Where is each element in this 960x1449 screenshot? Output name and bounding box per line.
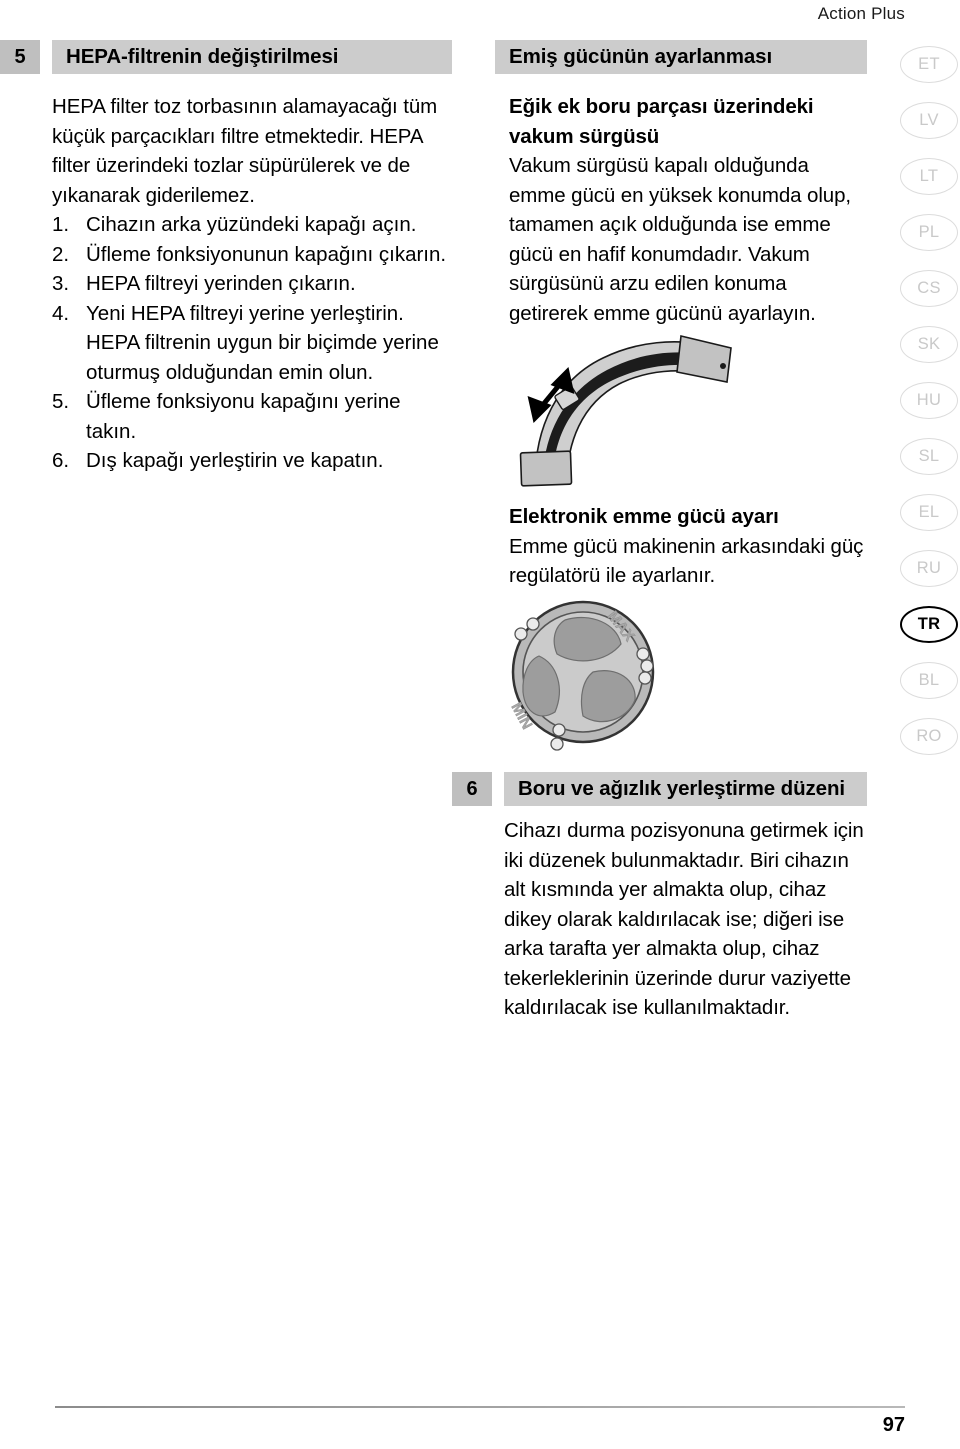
list-item-number: 1.: [52, 213, 70, 236]
suction-sub2-body: Emme gücü makinenin arkasındaki güç regü…: [509, 534, 864, 588]
list-item-text: Üfleme fonksiyonunun kapağını çıkarın.: [86, 242, 447, 266]
section-heading-suction: Emiş gücünün ayarlanması: [495, 40, 867, 74]
list-item: 5. Üfleme fonksiyonu kapağını yerine tak…: [52, 387, 452, 446]
dial-bead: [638, 671, 652, 685]
language-tab-lv[interactable]: LV: [900, 102, 958, 139]
list-item-text: Dış kapağı yerleştirin ve kapatın.: [86, 449, 384, 472]
language-tab-sk[interactable]: SK: [900, 326, 958, 363]
figure-power-regulator-dial: MAX MIN: [495, 588, 675, 758]
language-tab-et[interactable]: ET: [900, 46, 958, 83]
dial-bead: [552, 723, 566, 737]
section-tube-nozzle-storage: 6 Boru ve ağızlık yerleştirme düzeni Cih…: [452, 772, 867, 1023]
list-item-number: 3.: [52, 272, 70, 295]
section-hepa-filter: 5 HEPA-filtrenin değiştirilmesi HEPA fil…: [0, 40, 452, 476]
hepa-intro-paragraph: HEPA filter toz torbasının alamayacağı t…: [52, 95, 438, 207]
language-tab-lt[interactable]: LT: [900, 158, 958, 195]
dial-bead: [636, 647, 650, 661]
list-item-number: 6.: [52, 449, 70, 472]
section-heading-tube: 6 Boru ve ağızlık yerleştirme düzeni: [452, 772, 867, 806]
language-tab-cs[interactable]: CS: [900, 270, 958, 307]
hose-end-connector: [676, 335, 732, 383]
dial-bead: [526, 617, 540, 631]
hose-illustration-svg: [519, 335, 732, 487]
dial-bead: [550, 737, 564, 751]
heading-spacer: [492, 772, 504, 806]
language-tab-rail: ET LV LT PL CS SK HU SL EL RU TR BL RO: [900, 46, 960, 774]
suction-electronic-block: Elektronik emme gücü ayarı Emme gücü mak…: [495, 502, 867, 591]
section-number-badge: 6: [452, 772, 492, 806]
hepa-body: HEPA filter toz torbasının alamayacağı t…: [0, 74, 452, 476]
list-item: 1. Cihazın arka yüzündeki kapağı açın.: [52, 210, 452, 240]
dial-bead: [640, 659, 654, 673]
suction-sub1-heading: Eğik ek boru parçası üzerindeki vakum sü…: [509, 95, 814, 148]
list-item-number: 4.: [52, 301, 70, 325]
section-title-hepa: HEPA-filtrenin değiştirilmesi: [52, 40, 452, 74]
page-number: 97: [882, 1414, 905, 1436]
tube-body: Cihazı durma pozisyonuna getirmek için i…: [452, 806, 867, 1023]
language-tab-bl[interactable]: BL: [900, 662, 958, 699]
list-item-text: Yeni HEPA filtreyi yerine yerleştirin. H…: [86, 301, 439, 384]
tube-body-paragraph: Cihazı durma pozisyonuna getirmek için i…: [504, 819, 864, 1019]
language-tab-hu[interactable]: HU: [900, 382, 958, 419]
list-item: 6. Dış kapağı yerleştirin ve kapatın.: [52, 446, 452, 476]
connector-button: [720, 363, 726, 369]
dial-illustration-svg: MAX MIN: [507, 600, 655, 751]
section-suction-power: Emiş gücünün ayarlanması Eğik ek boru pa…: [495, 40, 867, 328]
list-item-text: Üfleme fonksiyonu kapağını yerine takın.: [86, 390, 401, 443]
hose-bottom-cuff: [519, 450, 573, 487]
language-tab-el[interactable]: EL: [900, 494, 958, 531]
list-item: 2. Üfleme fonksiyonunun kapağını çıkarın…: [52, 240, 452, 270]
footer-rule: [55, 1406, 905, 1408]
figure-hose-vacuum-slider: [495, 322, 745, 487]
suction-sub1-body: Vakum sürgüsü kapalı olduğunda emme gücü…: [509, 154, 851, 325]
suction-body: Eğik ek boru parçası üzerindeki vakum sü…: [495, 74, 867, 328]
language-tab-ru[interactable]: RU: [900, 550, 958, 587]
list-item: 4. Yeni HEPA filtreyi yerine yerleştirin…: [52, 299, 452, 388]
list-item-text: Cihazın arka yüzündeki kapağı açın.: [86, 213, 417, 236]
list-item: 3. HEPA filtreyi yerinden çıkarın.: [52, 269, 452, 299]
heading-spacer: [40, 40, 52, 74]
document-page: Action Plus 5 HEPA-filtrenin değiştirilm…: [0, 0, 960, 1449]
section-title-tube: Boru ve ağızlık yerleştirme düzeni: [504, 772, 867, 806]
list-item-number: 2.: [52, 242, 70, 266]
section-title-suction: Emiş gücünün ayarlanması: [495, 40, 867, 74]
section-heading-hepa: 5 HEPA-filtrenin değiştirilmesi: [0, 40, 452, 74]
hepa-steps-list: 1. Cihazın arka yüzündeki kapağı açın. 2…: [52, 210, 452, 476]
list-item-text: HEPA filtreyi yerinden çıkarın.: [86, 272, 356, 295]
section-number-badge: 5: [0, 40, 40, 74]
list-item-number: 5.: [52, 390, 70, 413]
language-tab-ro[interactable]: RO: [900, 718, 958, 755]
language-tab-tr[interactable]: TR: [900, 606, 958, 643]
language-tab-pl[interactable]: PL: [900, 214, 958, 251]
language-tab-sl[interactable]: SL: [900, 438, 958, 475]
suction-sub2-heading: Elektronik emme gücü ayarı: [509, 505, 779, 528]
dial-bead: [514, 627, 528, 641]
running-header: Action Plus: [817, 4, 905, 23]
